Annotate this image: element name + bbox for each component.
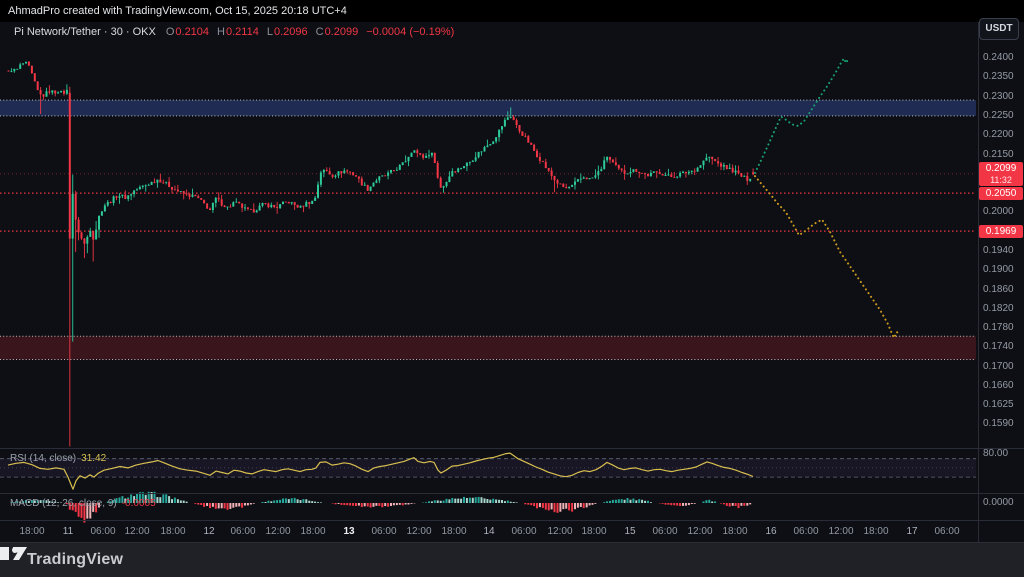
time-axis-label[interactable]: 18:00 (863, 526, 888, 537)
price-axis-label[interactable]: 0.1740 (983, 341, 1014, 352)
price-axis-label[interactable]: 0.1820 (983, 303, 1014, 314)
candles-layer (8, 61, 755, 447)
price-axis-tag[interactable]: 0.209911:32 (979, 162, 1023, 186)
ohlc-high: H0.2114 (217, 26, 259, 38)
price-axis-label[interactable]: 0.2150 (983, 149, 1014, 160)
time-axis-label[interactable]: 12:00 (124, 526, 149, 537)
tag-price: 0.2099 (979, 162, 1023, 175)
symbol-title[interactable]: Pi Network/Tether · 30 · OKX (14, 26, 156, 38)
price-axis-label[interactable]: 80.00 (983, 448, 1008, 459)
price-axis-label[interactable]: 0.2300 (983, 91, 1014, 102)
time-axis-label[interactable]: 12:00 (687, 526, 712, 537)
tradingview-wordmark[interactable]: TradingView (27, 551, 123, 569)
zone-support[interactable] (0, 336, 976, 359)
price-axis-label[interactable]: 0.1780 (983, 322, 1014, 333)
currency-toggle-button[interactable]: USDT (979, 18, 1019, 40)
price-axis-label[interactable]: 0.2350 (983, 71, 1014, 82)
price-axis-label[interactable]: 0.1860 (983, 284, 1014, 295)
time-axis-label[interactable]: 06:00 (90, 526, 115, 537)
time-axis-label[interactable]: 06:00 (652, 526, 677, 537)
tag-countdown: 11:32 (979, 175, 1023, 186)
time-axis-label[interactable]: 15 (624, 526, 635, 537)
price-axis-label[interactable]: 0.2250 (983, 110, 1014, 121)
macd-indicator-label[interactable]: MACD (12, 26, close, 9)-0.0005 (10, 498, 156, 509)
rsi-value: 31.42 (81, 453, 106, 464)
price-axis-label[interactable]: 0.1700 (983, 361, 1014, 372)
time-axis-label[interactable]: 17 (906, 526, 917, 537)
time-axis-label[interactable]: 06:00 (230, 526, 255, 537)
price-axis-label[interactable]: 0.1660 (983, 380, 1014, 391)
tradingview-chart-window: AhmadPro created with TradingView.com, O… (0, 0, 1024, 577)
time-axis-label[interactable]: 18:00 (300, 526, 325, 537)
symbol-bar: Pi Network/Tether · 30 · OKX O0.2104 H0.… (14, 25, 454, 39)
time-axis-label[interactable]: 06:00 (793, 526, 818, 537)
price-axis-label[interactable]: 0.2000 (983, 206, 1014, 217)
price-axis-tag[interactable]: 0.1969 (979, 225, 1023, 238)
price-axis-label[interactable]: 0.2400 (983, 52, 1014, 63)
tag-price: 0.2050 (979, 187, 1023, 200)
time-axis-label[interactable]: 18:00 (160, 526, 185, 537)
watermark-text: AhmadPro created with TradingView.com, O… (8, 0, 347, 22)
footer-bar: TradingView (0, 542, 1024, 577)
change-value: −0.0004 (−0.19%) (366, 26, 454, 38)
price-axis-label[interactable]: 0.0000 (983, 497, 1014, 508)
zone-resistance[interactable] (0, 100, 976, 116)
time-axis-label[interactable]: 13 (343, 526, 354, 537)
time-axis-label[interactable]: 18:00 (581, 526, 606, 537)
price-axis-label[interactable]: 0.1590 (983, 418, 1014, 429)
macd-value: -0.0005 (122, 498, 156, 509)
price-axis-label[interactable]: 0.1940 (983, 245, 1014, 256)
time-axis-label[interactable]: 12:00 (406, 526, 431, 537)
price-axis-label[interactable]: 0.1625 (983, 399, 1014, 410)
projection-bearish[interactable] (755, 176, 899, 338)
time-axis-label[interactable]: 18:00 (722, 526, 747, 537)
time-axis-label[interactable]: 06:00 (371, 526, 396, 537)
time-axis-label[interactable]: 14 (483, 526, 494, 537)
time-axis-label[interactable]: 18:00 (19, 526, 44, 537)
ohlc-low: L0.2096 (267, 26, 308, 38)
ohlc-close: C0.2099 (316, 26, 359, 38)
time-axis-label[interactable]: 06:00 (934, 526, 959, 537)
time-axis-label[interactable]: 16 (765, 526, 776, 537)
time-axis-label[interactable]: 12 (203, 526, 214, 537)
time-axis-label[interactable]: 06:00 (511, 526, 536, 537)
tag-price: 0.1969 (979, 225, 1023, 238)
time-axis-label[interactable]: 12:00 (828, 526, 853, 537)
chart-canvas[interactable] (0, 0, 1024, 577)
top-strip: AhmadPro created with TradingView.com, O… (0, 0, 1024, 22)
time-axis-label[interactable]: 11 (63, 526, 73, 537)
time-axis-label[interactable]: 12:00 (265, 526, 290, 537)
rsi-indicator-label[interactable]: RSI (14, close)31.42 (10, 453, 106, 464)
price-axis-label[interactable]: 0.1900 (983, 264, 1014, 275)
time-axis-label[interactable]: 12:00 (547, 526, 572, 537)
price-axis-tag[interactable]: 0.2050 (979, 187, 1023, 200)
ohlc-open: O0.2104 (166, 26, 209, 38)
price-axis-label[interactable]: 0.2200 (983, 129, 1014, 140)
time-axis-label[interactable]: 18:00 (441, 526, 466, 537)
